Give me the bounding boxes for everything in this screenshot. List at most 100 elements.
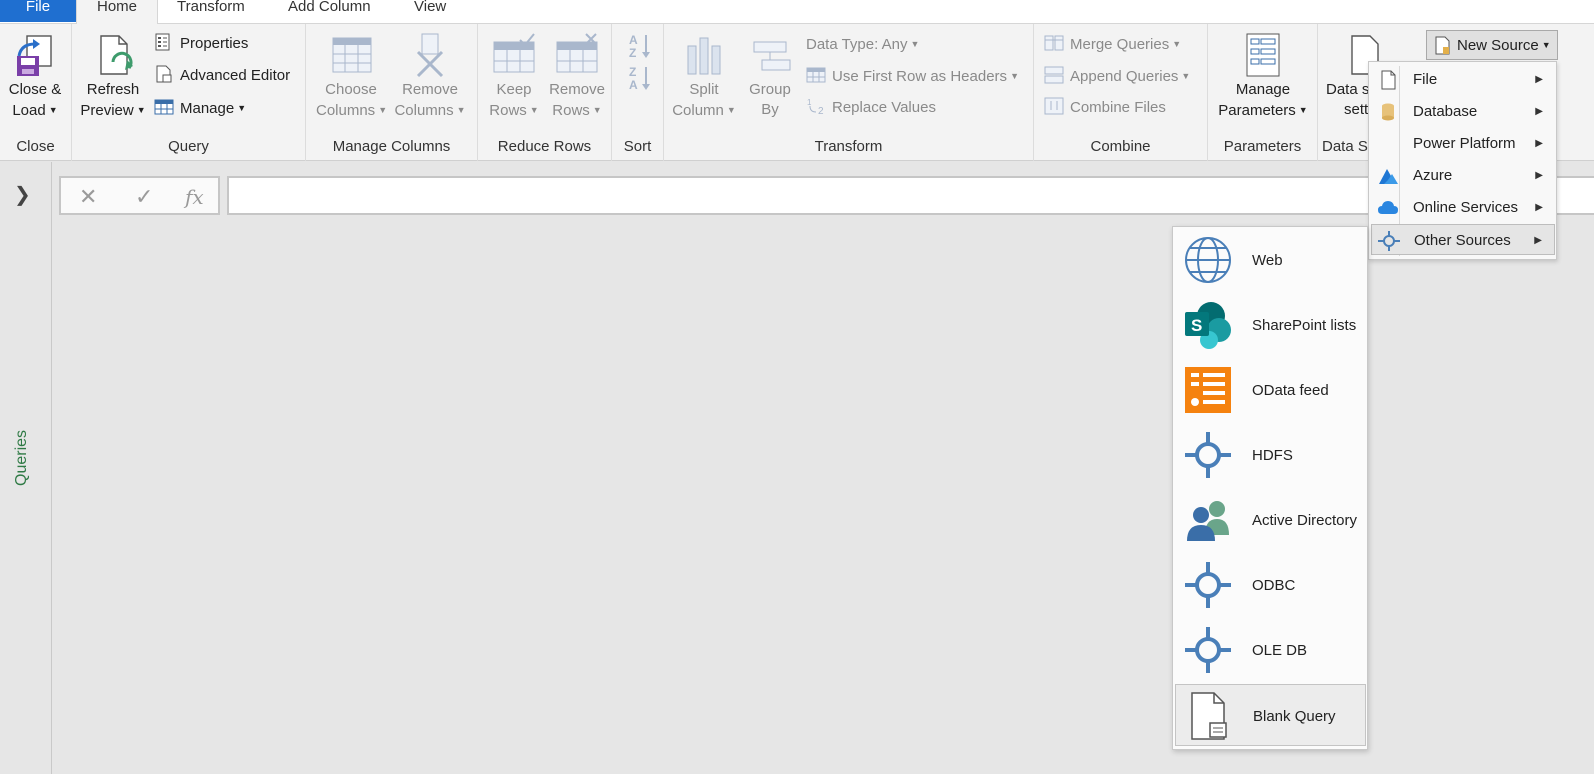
manage-label: Manage	[180, 100, 235, 117]
dropdown-caret-icon: ▼	[136, 105, 146, 115]
dropdown-caret-icon: ▼	[1010, 71, 1019, 81]
file-icon	[1381, 70, 1396, 90]
submenu-item-label: Active Directory	[1252, 512, 1358, 529]
group-by-button[interactable]: Group By	[742, 32, 798, 120]
keep-rows-label-1: Keep	[496, 81, 532, 98]
group-manage-columns: Choose Columns ▼ Remove Columns ▼ Manage C…	[306, 24, 478, 161]
submenu-item-active-directory[interactable]: Active Directory	[1175, 489, 1366, 551]
combine-files-icon	[1044, 97, 1064, 115]
data-type-dropdown[interactable]: Data Type: Any ▼	[806, 33, 919, 57]
menu-item-azure[interactable]: Azure ▶	[1371, 160, 1555, 191]
advanced-editor-button[interactable]: Advanced Editor	[154, 65, 290, 89]
submenu-item-label: HDFS	[1252, 447, 1293, 464]
submenu-item-odbc[interactable]: ODBC	[1175, 554, 1366, 616]
queries-pane-label[interactable]: Queries	[13, 430, 31, 486]
connector-icon	[1378, 231, 1400, 251]
group-sort: A Z Z A Sort	[612, 24, 664, 161]
submenu-item-blank-query[interactable]: Blank Query	[1175, 684, 1366, 746]
replace-values-label: Replace Values	[832, 99, 936, 116]
group-label-sort: Sort	[623, 138, 652, 155]
remove-rows-icon	[556, 33, 598, 73]
commit-formula-icon[interactable]: ✓	[135, 184, 153, 210]
tab-view[interactable]: View	[414, 0, 446, 24]
manage-button[interactable]: Manage ▼	[154, 97, 246, 121]
menu-item-power-platform[interactable]: Power Platform ▶	[1371, 128, 1555, 159]
remove-rows-button[interactable]: Remove Rows ▼	[546, 32, 608, 121]
properties-button[interactable]: Properties	[154, 33, 248, 57]
tab-add-column[interactable]: Add Column	[288, 0, 371, 24]
cancel-formula-icon[interactable]: ✕	[79, 184, 97, 210]
keep-rows-button[interactable]: Keep Rows ▼	[486, 32, 542, 121]
sort-descending-icon[interactable]: Z A	[628, 64, 652, 92]
tab-transform[interactable]: Transform	[177, 0, 245, 24]
choose-columns-button[interactable]: Choose Columns ▼	[316, 32, 387, 121]
submenu-item-hdfs[interactable]: HDFS	[1175, 424, 1366, 486]
database-icon	[1382, 103, 1394, 121]
manage-parameters-button[interactable]: Manage Parameters ▼	[1214, 32, 1312, 121]
combine-files-button[interactable]: Combine Files	[1044, 97, 1166, 121]
submenu-arrow-icon: ▶	[1535, 106, 1543, 117]
submenu-item-label: ODBC	[1252, 577, 1296, 594]
svg-text:2: 2	[818, 106, 824, 115]
dropdown-caret-icon: ▼	[726, 105, 736, 115]
menu-item-online-services[interactable]: Online Services ▶	[1371, 192, 1555, 223]
split-column-button[interactable]: Split Column ▼	[670, 32, 738, 121]
menu-item-database[interactable]: Database ▶	[1371, 96, 1555, 127]
submenu-arrow-icon: ▶	[1535, 170, 1543, 181]
group-label-reduce-rows: Reduce Rows	[497, 138, 592, 155]
submenu-item-web[interactable]: Web	[1175, 229, 1366, 291]
group-by-label-1: Group	[749, 81, 791, 98]
advanced-editor-label: Advanced Editor	[180, 67, 291, 84]
group-by-label-2: By	[761, 101, 779, 118]
tab-home[interactable]: Home	[76, 0, 158, 25]
blank-query-icon	[1191, 692, 1227, 740]
menu-item-label: File	[1413, 71, 1438, 88]
append-queries-button[interactable]: Append Queries ▼	[1044, 65, 1190, 89]
submenu-item-label: OData feed	[1252, 382, 1329, 399]
merge-queries-icon	[1044, 35, 1064, 51]
data-type-label: Data Type: Any	[806, 36, 908, 53]
group-label-query: Query	[168, 138, 209, 155]
submenu-item-label: Blank Query	[1253, 708, 1336, 725]
dropdown-caret-icon: ▼	[529, 105, 539, 115]
submenu-item-sharepoint-lists[interactable]: S SharePoint lists	[1175, 294, 1366, 356]
tab-file[interactable]: File	[0, 0, 76, 22]
sort-ascending-icon[interactable]: A Z	[628, 32, 652, 60]
menu-item-other-sources[interactable]: Other Sources ▶	[1371, 224, 1555, 255]
fx-icon[interactable]: fx	[185, 185, 204, 209]
dropdown-caret-icon: ▼	[1298, 105, 1308, 115]
queries-pane: ❯ Queries	[0, 162, 52, 774]
expand-chevron-icon[interactable]: ❯	[14, 182, 31, 207]
remove-columns-button[interactable]: Remove Columns ▼	[394, 32, 466, 121]
menu-item-label: Azure	[1413, 167, 1453, 184]
sharepoint-icon: S	[1185, 302, 1231, 349]
queries-pane-label-wrap: Queries	[13, 426, 35, 488]
refresh-preview-button[interactable]: Refresh Preview ▼	[78, 32, 148, 121]
close-load-button[interactable]: Close & Load ▼	[4, 32, 66, 121]
dropdown-caret-icon: ▼	[1541, 40, 1551, 50]
split-column-icon	[687, 37, 721, 75]
ribbon-tabs: File Home Transform Add Column View	[0, 0, 1594, 25]
remove-rows-label-1: Remove	[549, 81, 605, 98]
merge-queries-button[interactable]: Merge Queries ▼	[1044, 33, 1181, 57]
menu-item-label: Database	[1413, 103, 1478, 120]
formula-controls: ✕ ✓ fx	[59, 176, 220, 215]
dropdown-caret-icon: ▼	[456, 105, 466, 115]
close-load-label-2: Load ▼	[12, 102, 58, 119]
ribbon: Close & Load ▼ Close Refresh Preview ▼ Pro…	[0, 24, 1594, 161]
submenu-item-ole-db[interactable]: OLE DB	[1175, 619, 1366, 681]
new-source-label: New Source	[1457, 37, 1539, 54]
cloud-icon	[1378, 201, 1398, 214]
group-label-manage-columns: Manage Columns	[332, 138, 451, 155]
choose-columns-label-1: Choose	[325, 81, 377, 98]
group-reduce-rows: Keep Rows ▼ Remove Rows ▼ Reduce Rows	[478, 24, 612, 161]
replace-values-button[interactable]: 1 2 Replace Values	[806, 97, 936, 121]
use-first-row-headers-button[interactable]: Use First Row as Headers ▼	[806, 65, 1019, 89]
submenu-item-odata-feed[interactable]: OData feed	[1175, 359, 1366, 421]
group-combine: Merge Queries ▼ Append Queries ▼ Combine F…	[1034, 24, 1208, 161]
dropdown-caret-icon: ▼	[1181, 71, 1191, 81]
submenu-item-label: Web	[1252, 252, 1283, 269]
new-source-button[interactable]: New Source ▼	[1426, 30, 1558, 60]
group-parameters: Manage Parameters ▼ Parameters	[1208, 24, 1318, 161]
menu-item-file[interactable]: File ▶	[1371, 64, 1555, 95]
